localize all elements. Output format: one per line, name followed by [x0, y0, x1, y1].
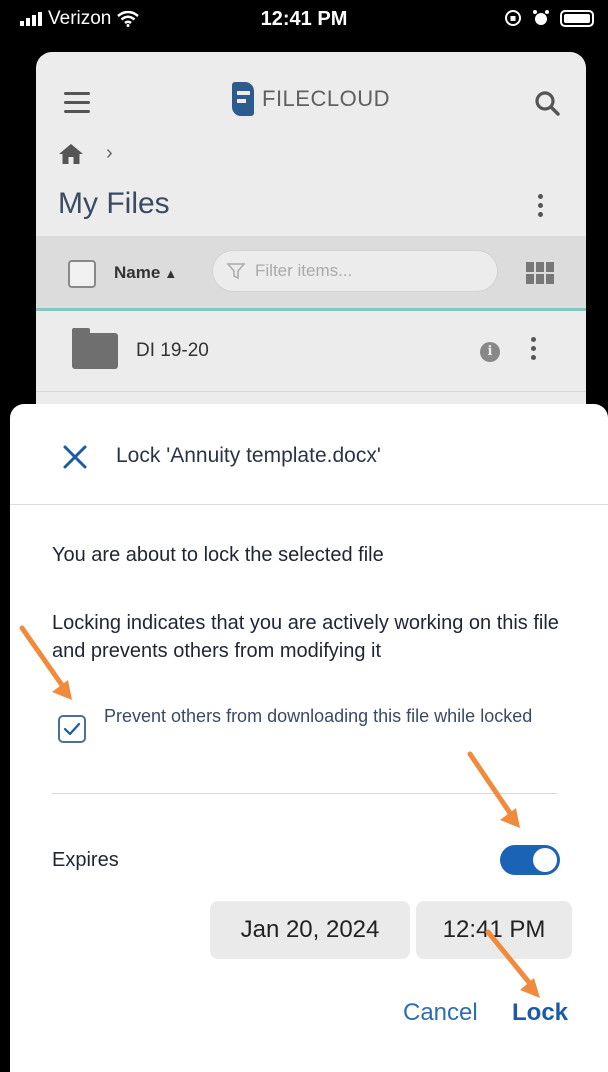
lock-button[interactable]: Lock [512, 999, 568, 1027]
page-title: My Files [58, 187, 170, 220]
app-background: FILECLOUD › My Files Name ▲ Filter items.… [36, 52, 586, 452]
expires-label: Expires [52, 849, 119, 871]
prevent-download-label: Prevent others from downloading this fil… [104, 706, 533, 726]
dialog-description: Locking indicates that you are actively … [52, 612, 559, 662]
sort-asc-icon: ▲ [164, 266, 178, 281]
chevron-right-icon: › [106, 142, 113, 164]
sort-name-button[interactable]: Name ▲ [114, 263, 177, 283]
select-all-checkbox[interactable] [68, 260, 96, 288]
divider [52, 793, 557, 794]
file-toolbar: Name ▲ Filter items... [36, 236, 586, 311]
row-more-options-icon[interactable] [531, 337, 537, 364]
close-icon[interactable] [62, 444, 88, 470]
dialog-title: Lock 'Annuity template.docx' [116, 444, 381, 467]
status-bar: Verizon 12:41 PM [0, 0, 608, 42]
battery-icon [560, 9, 594, 27]
folder-icon [72, 328, 118, 369]
more-options-icon[interactable] [538, 194, 544, 221]
list-item[interactable]: DI 19-20 i [36, 311, 586, 392]
time-value: 12:41 PM [442, 916, 546, 943]
expires-toggle[interactable] [500, 845, 560, 875]
search-icon[interactable] [534, 90, 560, 116]
orientation-lock-icon [505, 10, 521, 26]
dialog-header: Lock 'Annuity template.docx' [10, 404, 608, 505]
toggle-knob [533, 848, 557, 872]
item-name: DI 19-20 [136, 340, 209, 361]
cancel-button[interactable]: Cancel [403, 999, 478, 1027]
alarm-icon [533, 10, 549, 25]
filter-placeholder: Filter items... [255, 261, 353, 280]
breadcrumb: › [58, 142, 113, 165]
checkmark-icon [63, 722, 81, 736]
logo-text: FILECLOUD [262, 86, 390, 111]
filter-icon [227, 263, 245, 280]
filecloud-logo-icon [232, 82, 254, 116]
dialog-heading: You are about to lock the selected file [52, 544, 384, 566]
lock-dialog: Lock 'Annuity template.docx' You are abo… [10, 404, 608, 1072]
prevent-download-checkbox[interactable] [58, 715, 86, 743]
expiry-date-picker[interactable]: Jan 20, 2024 [210, 901, 410, 959]
home-icon[interactable] [58, 143, 84, 165]
expiry-time-picker[interactable]: 12:41 PM [416, 901, 572, 959]
grid-view-icon[interactable] [526, 262, 554, 284]
app-header: FILECLOUD [36, 52, 586, 164]
info-icon[interactable]: i [480, 342, 500, 362]
filecloud-logo: FILECLOUD [232, 82, 390, 116]
sort-label: Name [114, 263, 161, 282]
filter-input[interactable]: Filter items... [212, 250, 498, 292]
menu-icon[interactable] [64, 92, 90, 114]
date-value: Jan 20, 2024 [240, 916, 380, 943]
